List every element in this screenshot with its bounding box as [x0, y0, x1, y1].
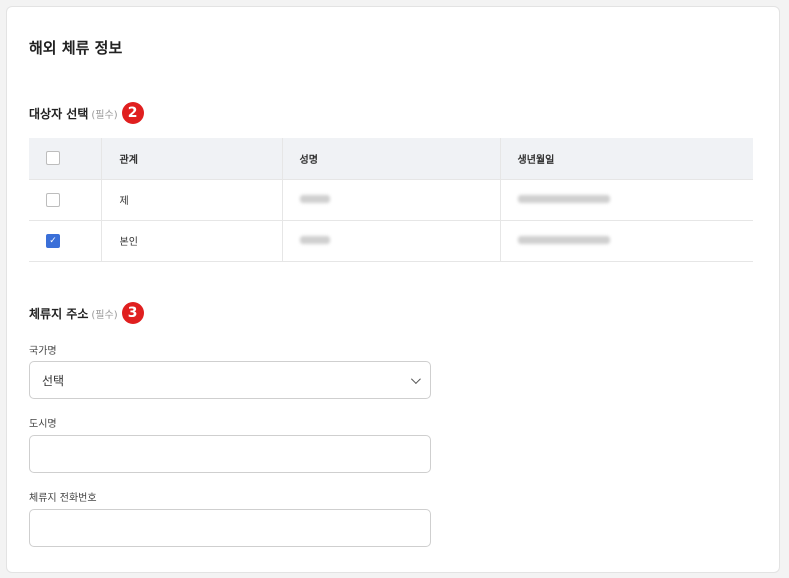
row-name-redacted — [281, 179, 500, 221]
chevron-down-icon — [410, 373, 421, 384]
subject-section-title: 대상자 선택 (필수) 2 — [29, 102, 144, 124]
country-select[interactable]: 선택 — [29, 361, 431, 399]
row-name-redacted — [281, 220, 500, 262]
header-birthdate: 생년월일 — [499, 138, 753, 180]
address-section-title: 체류지 주소 (필수) 3 — [29, 302, 144, 324]
redacted-birthdate — [517, 195, 610, 203]
country-select-value: 선택 — [42, 373, 65, 388]
address-title-text: 체류지 주소 — [29, 306, 89, 321]
page-title: 해외 체류 정보 — [29, 39, 123, 57]
row-relation: 본인 — [100, 220, 282, 262]
redacted-name — [299, 236, 330, 244]
table-row[interactable]: 제 — [29, 179, 753, 221]
subject-title-text: 대상자 선택 — [29, 106, 89, 121]
row-birthdate-redacted — [499, 179, 753, 221]
required-mark: (필수) — [91, 109, 118, 121]
phone-input[interactable] — [29, 509, 431, 547]
required-mark: (필수) — [91, 309, 118, 321]
city-input[interactable] — [29, 435, 431, 473]
subject-table: 관계 성명 생년월일 제 ✓ 본인 — [29, 138, 753, 262]
city-label: 도시명 — [29, 419, 57, 430]
row-check-cell: ✓ — [29, 220, 101, 262]
row-birthdate-redacted — [499, 220, 753, 262]
select-all-checkbox[interactable] — [46, 151, 60, 166]
row-check-cell — [29, 179, 101, 221]
phone-label: 체류지 전화번호 — [29, 493, 97, 504]
check-icon: ✓ — [49, 235, 57, 246]
table-row[interactable]: ✓ 본인 — [29, 220, 753, 262]
row-relation: 제 — [100, 179, 282, 221]
redacted-birthdate — [517, 236, 610, 244]
overseas-stay-card: 해외 체류 정보 대상자 선택 (필수) 2 관계 성명 생년월일 제 ✓ 본인… — [6, 6, 780, 573]
row-checkbox[interactable]: ✓ — [46, 233, 60, 248]
header-name: 성명 — [281, 138, 500, 180]
header-relation: 관계 — [100, 138, 282, 180]
table-header-row: 관계 성명 생년월일 — [29, 138, 753, 180]
header-select-all-cell — [29, 138, 101, 180]
country-label: 국가명 — [29, 346, 57, 357]
redacted-name — [299, 195, 330, 203]
step-badge-2: 2 — [121, 102, 144, 124]
row-checkbox[interactable] — [46, 192, 60, 207]
step-badge-3: 3 — [121, 302, 144, 324]
